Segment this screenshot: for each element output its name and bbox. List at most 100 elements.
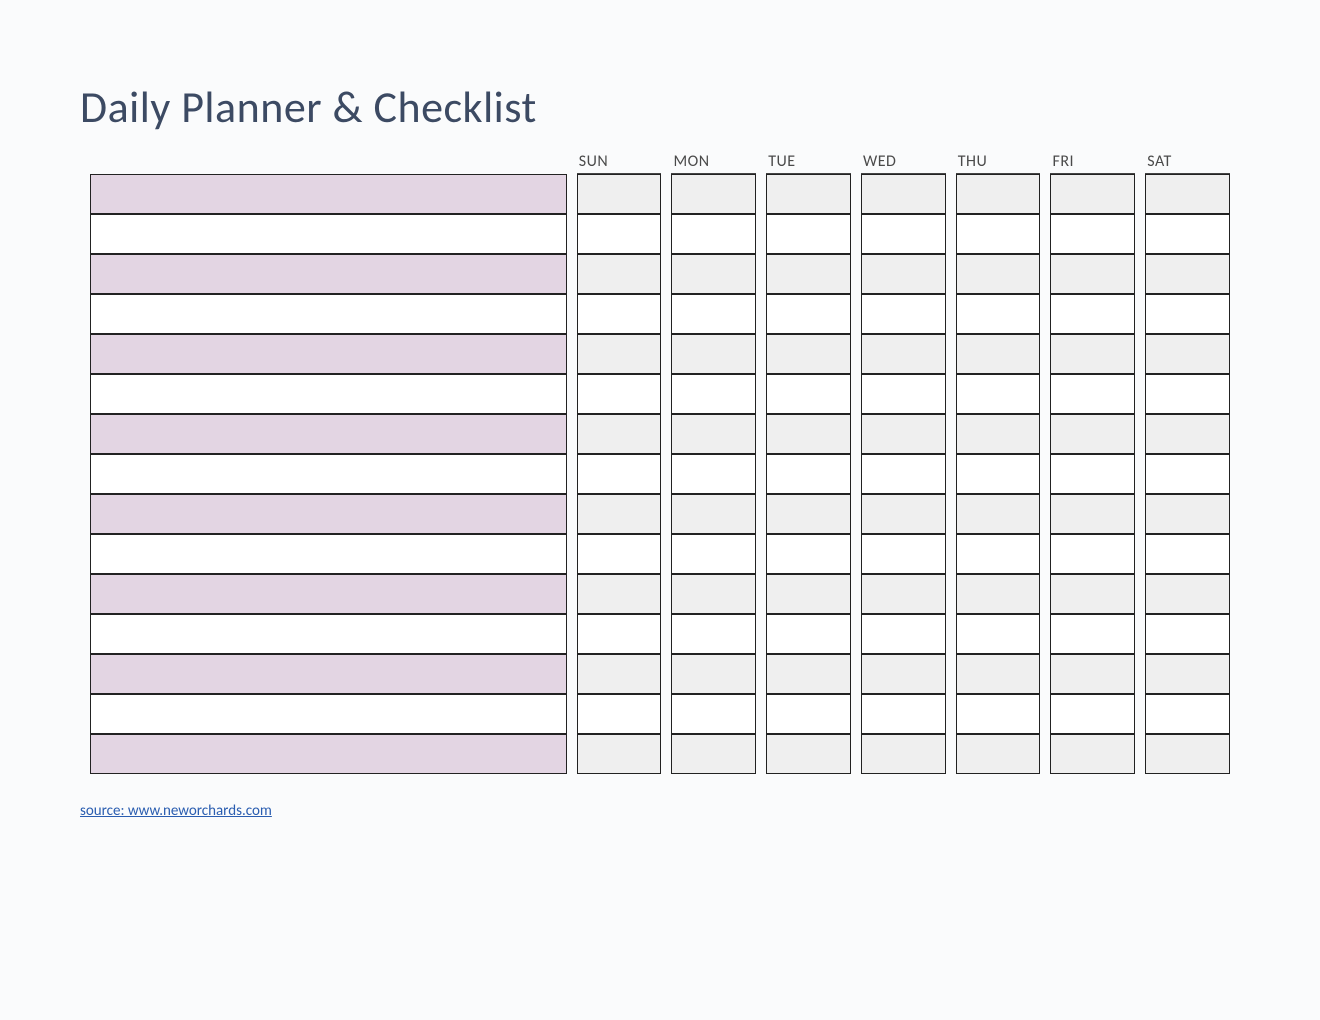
day-cell[interactable] [671, 414, 756, 454]
day-cell[interactable] [1145, 214, 1230, 254]
day-cell[interactable] [671, 574, 756, 614]
day-cell[interactable] [861, 734, 946, 774]
day-cell[interactable] [956, 174, 1041, 214]
day-cell[interactable] [956, 254, 1041, 294]
day-cell[interactable] [766, 174, 851, 214]
task-cell[interactable] [90, 294, 567, 334]
day-cell[interactable] [1145, 574, 1230, 614]
task-cell[interactable] [90, 574, 567, 614]
task-cell[interactable] [90, 734, 567, 774]
day-cell[interactable] [671, 694, 756, 734]
day-cell[interactable] [671, 214, 756, 254]
task-cell[interactable] [90, 534, 567, 574]
day-cell[interactable] [577, 414, 662, 454]
day-cell[interactable] [577, 494, 662, 534]
day-cell[interactable] [1050, 214, 1135, 254]
day-cell[interactable] [766, 454, 851, 494]
day-cell[interactable] [671, 614, 756, 654]
day-cell[interactable] [766, 734, 851, 774]
day-cell[interactable] [671, 654, 756, 694]
day-cell[interactable] [956, 694, 1041, 734]
task-cell[interactable] [90, 454, 567, 494]
day-cell[interactable] [671, 494, 756, 534]
day-cell[interactable] [861, 214, 946, 254]
day-cell[interactable] [956, 414, 1041, 454]
day-cell[interactable] [861, 494, 946, 534]
day-cell[interactable] [1050, 174, 1135, 214]
day-cell[interactable] [766, 534, 851, 574]
day-cell[interactable] [956, 294, 1041, 334]
day-cell[interactable] [1145, 454, 1230, 494]
day-cell[interactable] [766, 254, 851, 294]
day-cell[interactable] [861, 374, 946, 414]
day-cell[interactable] [956, 334, 1041, 374]
day-cell[interactable] [861, 414, 946, 454]
day-cell[interactable] [766, 494, 851, 534]
day-cell[interactable] [956, 494, 1041, 534]
day-cell[interactable] [956, 654, 1041, 694]
day-cell[interactable] [1145, 254, 1230, 294]
day-cell[interactable] [671, 254, 756, 294]
day-cell[interactable] [766, 214, 851, 254]
day-cell[interactable] [577, 574, 662, 614]
day-cell[interactable] [577, 214, 662, 254]
day-cell[interactable] [577, 174, 662, 214]
day-cell[interactable] [766, 614, 851, 654]
day-cell[interactable] [671, 374, 756, 414]
day-cell[interactable] [956, 574, 1041, 614]
day-cell[interactable] [766, 334, 851, 374]
day-cell[interactable] [766, 294, 851, 334]
day-cell[interactable] [577, 534, 662, 574]
day-cell[interactable] [671, 174, 756, 214]
day-cell[interactable] [861, 614, 946, 654]
day-cell[interactable] [861, 574, 946, 614]
task-cell[interactable] [90, 254, 567, 294]
task-cell[interactable] [90, 174, 567, 214]
day-cell[interactable] [1145, 614, 1230, 654]
day-cell[interactable] [1050, 614, 1135, 654]
day-cell[interactable] [1050, 254, 1135, 294]
day-cell[interactable] [1050, 534, 1135, 574]
day-cell[interactable] [577, 374, 662, 414]
day-cell[interactable] [766, 574, 851, 614]
day-cell[interactable] [1050, 414, 1135, 454]
day-cell[interactable] [861, 254, 946, 294]
day-cell[interactable] [956, 534, 1041, 574]
day-cell[interactable] [1145, 294, 1230, 334]
day-cell[interactable] [671, 334, 756, 374]
day-cell[interactable] [1050, 454, 1135, 494]
day-cell[interactable] [577, 454, 662, 494]
day-cell[interactable] [1145, 494, 1230, 534]
day-cell[interactable] [671, 734, 756, 774]
day-cell[interactable] [1050, 654, 1135, 694]
day-cell[interactable] [577, 334, 662, 374]
day-cell[interactable] [1050, 694, 1135, 734]
day-cell[interactable] [861, 454, 946, 494]
day-cell[interactable] [671, 534, 756, 574]
day-cell[interactable] [1145, 414, 1230, 454]
task-cell[interactable] [90, 334, 567, 374]
task-cell[interactable] [90, 654, 567, 694]
day-cell[interactable] [577, 614, 662, 654]
day-cell[interactable] [861, 174, 946, 214]
day-cell[interactable] [577, 734, 662, 774]
day-cell[interactable] [861, 694, 946, 734]
day-cell[interactable] [1145, 534, 1230, 574]
day-cell[interactable] [1050, 734, 1135, 774]
day-cell[interactable] [1050, 374, 1135, 414]
task-cell[interactable] [90, 614, 567, 654]
task-cell[interactable] [90, 494, 567, 534]
day-cell[interactable] [671, 454, 756, 494]
day-cell[interactable] [577, 254, 662, 294]
day-cell[interactable] [1050, 294, 1135, 334]
day-cell[interactable] [577, 294, 662, 334]
day-cell[interactable] [577, 694, 662, 734]
day-cell[interactable] [766, 374, 851, 414]
task-cell[interactable] [90, 214, 567, 254]
day-cell[interactable] [766, 694, 851, 734]
task-cell[interactable] [90, 374, 567, 414]
day-cell[interactable] [861, 294, 946, 334]
day-cell[interactable] [956, 614, 1041, 654]
day-cell[interactable] [956, 454, 1041, 494]
day-cell[interactable] [861, 654, 946, 694]
